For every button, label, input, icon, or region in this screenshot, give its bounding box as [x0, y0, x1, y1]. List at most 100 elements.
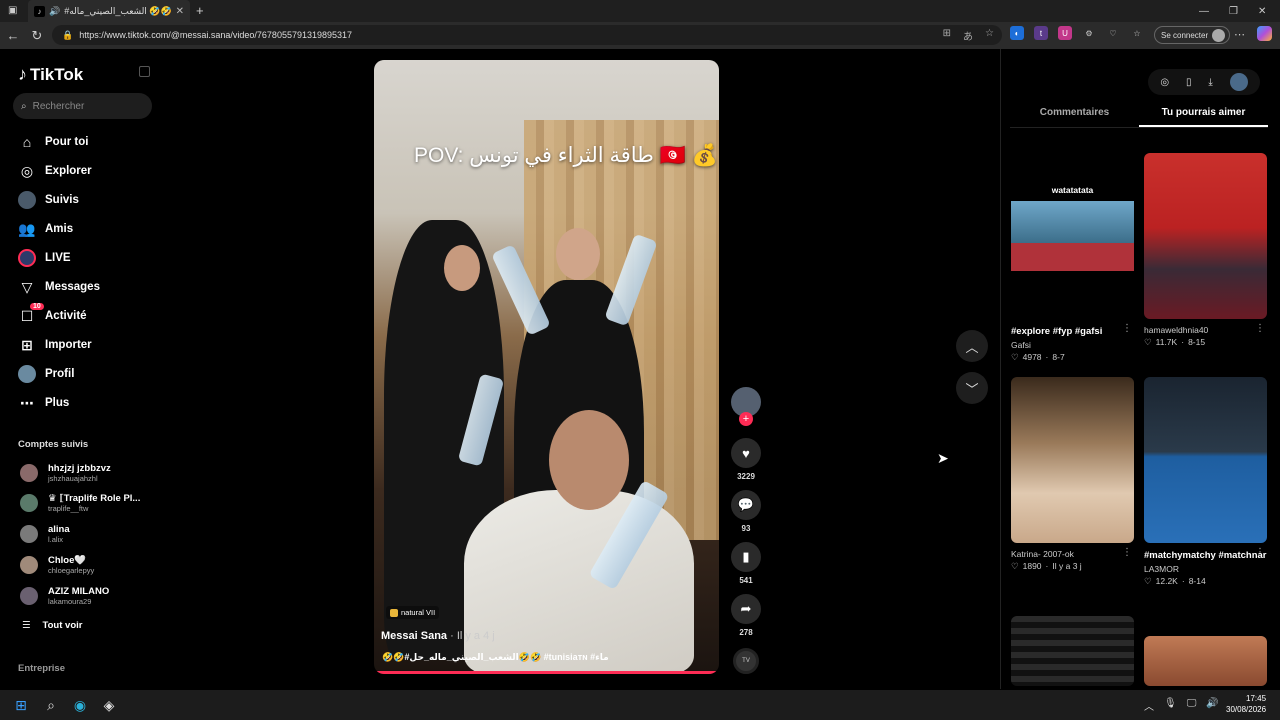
previous-video-button[interactable]: ︿: [956, 330, 988, 362]
like-action[interactable]: ♥ 3229: [731, 438, 761, 481]
followed-account[interactable]: alina l.alix: [20, 522, 70, 546]
back-icon[interactable]: ←: [2, 28, 24, 43]
share-icon[interactable]: ➦: [731, 594, 761, 624]
nav-item-messages[interactable]: ▽ Messages: [18, 277, 100, 297]
extension-2-icon[interactable]: t: [1034, 26, 1048, 40]
music-disc-icon[interactable]: TV: [733, 648, 759, 674]
video-user[interactable]: LA3MOR: [1144, 564, 1267, 574]
compass-icon[interactable]: ◎: [1160, 77, 1169, 88]
microphone-icon[interactable]: 🎙: [1164, 698, 1177, 713]
next-video-button[interactable]: ﹀: [956, 372, 988, 404]
tab-commentaires[interactable]: Commentaires: [1010, 104, 1139, 127]
bookmark-icon[interactable]: ▮: [731, 542, 761, 572]
tab-close-icon[interactable]: ✕: [176, 6, 184, 17]
sign-in-button[interactable]: Se connecter: [1154, 26, 1231, 44]
performance-icon[interactable]: ♡: [1106, 26, 1120, 40]
video-user[interactable]: Katrina- 2007-ok: [1011, 549, 1134, 559]
nav-item-plus[interactable]: ⋯ Plus: [18, 393, 69, 413]
phone-icon[interactable]: ▯: [1186, 77, 1192, 88]
extension-1-icon[interactable]: ◐: [1010, 26, 1024, 40]
network-icon[interactable]: 🖵: [1187, 698, 1197, 713]
video-author[interactable]: Messai Sana · Il y a 4 j: [381, 630, 495, 642]
steam-icon[interactable]: ◈: [99, 695, 119, 715]
suggested-video-card[interactable]: ⋮ Katrina- 2007-ok ♡ 1890 · Il y a 3 j: [1011, 377, 1134, 572]
save-count: 541: [739, 576, 753, 585]
comment-action[interactable]: 💬 93: [731, 490, 761, 533]
restore-icon[interactable]: ❐: [1229, 0, 1238, 22]
profile-avatar[interactable]: [1229, 73, 1248, 91]
nav-item-profil[interactable]: Profil: [18, 364, 74, 384]
suggested-video-card[interactable]: ⋮ hamaweldhnia40 ♡ 11.7K · 8-15: [1144, 153, 1267, 348]
video-thumbnail[interactable]: [1011, 377, 1134, 543]
nav-item-importer[interactable]: ⊞ Importer: [18, 335, 92, 355]
heart-icon[interactable]: ♥: [731, 438, 761, 468]
video-thumbnail[interactable]: [1144, 153, 1267, 319]
new-tab-icon[interactable]: +: [196, 3, 204, 18]
video-user[interactable]: Gafsi: [1011, 340, 1134, 350]
video-progress-bar[interactable]: [374, 671, 719, 674]
chevron-up-icon[interactable]: ︿: [1144, 698, 1154, 713]
minimize-icon[interactable]: —: [1199, 0, 1209, 22]
video-user[interactable]: hamaweldhnia40: [1144, 325, 1267, 335]
video-thumbnail[interactable]: [1144, 377, 1267, 543]
nav-item-explorer[interactable]: ◎ Explorer: [18, 161, 92, 181]
comment-count: 93: [741, 524, 751, 533]
extensions-icon[interactable]: ⚙: [1082, 26, 1096, 40]
followed-account[interactable]: hhzjzj jzbbzvz jshzhauajahzhl: [20, 461, 111, 485]
menu-dots-icon[interactable]: ⋯: [1234, 28, 1245, 41]
window-close-icon[interactable]: ✕: [1258, 0, 1266, 22]
more-options-icon[interactable]: ⋮: [1122, 547, 1132, 558]
browser-tab[interactable]: ♪ 🔊 #الشعب_الصيني_ماله 🤣🤣🤣 ✕: [28, 0, 190, 22]
suggested-video-card[interactable]: [1011, 616, 1134, 686]
nav-item-suivis[interactable]: Suivis: [18, 190, 79, 210]
tab-actions-icon[interactable]: ▣: [8, 5, 17, 16]
followed-account[interactable]: ♛ ⟦Traplife Role Pl... traplife__ftw: [20, 491, 140, 515]
download-icon[interactable]: ⤓: [1208, 77, 1212, 88]
video-overlay-text: POV: طاقة الثراء في تونس 🇹🇳 💰: [414, 144, 718, 167]
more-options-icon[interactable]: ⋮: [1122, 323, 1132, 334]
copilot-icon[interactable]: [1257, 26, 1272, 41]
video-thumbnail[interactable]: [1011, 616, 1134, 686]
comment-icon[interactable]: 💬: [731, 490, 761, 520]
nav-item-live[interactable]: LIVE: [18, 248, 71, 268]
collapse-sidebar-icon[interactable]: [139, 66, 150, 77]
tiktok-logo[interactable]: ♪ TikTok: [18, 64, 83, 85]
translate-icon[interactable]: あ: [963, 28, 973, 43]
video-thumbnail[interactable]: watatatata: [1011, 153, 1134, 319]
refresh-icon[interactable]: ↻: [26, 28, 48, 44]
follow-plus-button[interactable]: +: [739, 412, 753, 426]
enterprise-link[interactable]: Entreprise: [18, 663, 65, 674]
favorites-icon[interactable]: ☆: [1130, 26, 1144, 40]
more-options-icon[interactable]: ⋮: [1255, 323, 1265, 334]
speaker-icon[interactable]: 🔊: [49, 6, 60, 17]
suggested-video-card[interactable]: #matchymatchy #matchnar ⋮ LA3MOR ♡ 12.2K ·…: [1144, 377, 1267, 587]
suggested-video-card[interactable]: [1144, 636, 1267, 686]
system-clock[interactable]: 17:45 30/08/2026: [1226, 693, 1266, 715]
url-field[interactable]: 🔒 https://www.tiktok.com/@messai.sana/vi…: [52, 25, 1002, 45]
music-tag[interactable]: natural VII: [386, 606, 440, 619]
save-action[interactable]: ▮ 541: [731, 542, 761, 585]
search-input[interactable]: ⌕ Rechercher: [13, 93, 152, 119]
video-stats: ♡ 1890 · Il y a 3 j: [1011, 561, 1082, 571]
followed-account[interactable]: AZIZ MILANO lakamoura29: [20, 584, 109, 608]
video-thumbnail[interactable]: [1144, 636, 1267, 686]
windows-start-icon[interactable]: ⊞: [11, 695, 31, 715]
share-action[interactable]: ➦ 278: [731, 594, 761, 637]
suggested-video-card[interactable]: watatatata #explore #fyp #gafsi ⋮ Gafsi …: [1011, 153, 1134, 363]
video-stats: ♡ 12.2K · 8-14: [1144, 576, 1206, 586]
more-options-icon[interactable]: ⋮: [1255, 547, 1265, 558]
followed-account[interactable]: Chloe🤍 chloegarlepyy: [20, 553, 94, 577]
favorite-star-icon[interactable]: ☆: [985, 28, 994, 43]
search-icon[interactable]: ⌕: [41, 695, 61, 715]
nav-item-activite[interactable]: ☐ 10 Activité: [18, 303, 87, 326]
see-all-button[interactable]: ☰ Tout voir: [22, 620, 82, 631]
right-panel: [1000, 49, 1280, 689]
volume-icon[interactable]: 🔊: [1206, 698, 1218, 713]
nav-item-pour-toi[interactable]: ⌂ Pour toi: [18, 132, 89, 152]
app-icon[interactable]: ⊞: [943, 28, 951, 43]
video-player[interactable]: POV: طاقة الثراء في تونس 🇹🇳 💰 natural VI…: [374, 60, 719, 674]
tab-tu-pourrais-aimer[interactable]: Tu pourrais aimer: [1139, 104, 1268, 127]
extension-3-icon[interactable]: U: [1058, 26, 1072, 40]
edge-browser-icon[interactable]: ◉: [70, 695, 90, 715]
nav-item-amis[interactable]: 👥 Amis: [18, 219, 73, 239]
